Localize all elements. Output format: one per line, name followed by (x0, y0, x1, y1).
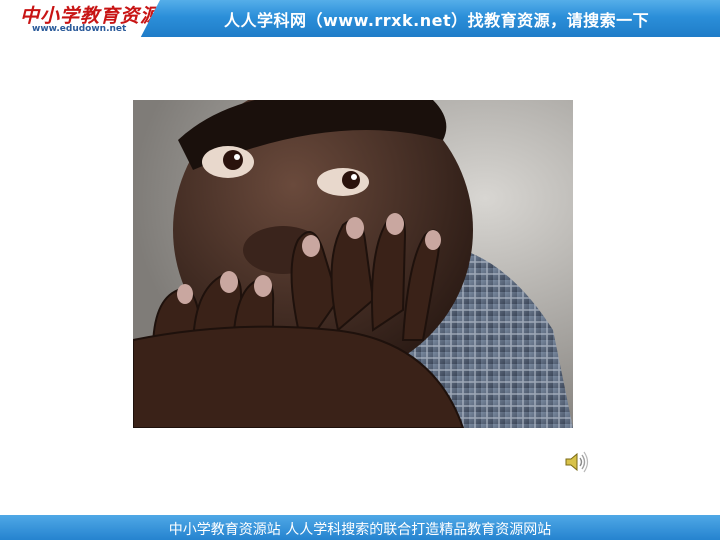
child-photo (133, 100, 573, 428)
logo-panel: 中小学教育资源 www.edudown.net (0, 0, 160, 37)
logo-url: www.edudown.net (32, 24, 127, 34)
header-slogan: 人人学科网（www.rrxk.net）找教育资源，请搜索一下 (224, 11, 650, 30)
photo-child-hands (133, 100, 573, 428)
footer-banner: 中小学教育资源站 人人学科搜索的联合打造精品教育资源网站 (0, 515, 720, 540)
speaker-icon[interactable] (563, 450, 589, 474)
footer-text: 中小学教育资源站 人人学科搜索的联合打造精品教育资源网站 (168, 522, 552, 538)
slide: 中小学教育资源 www.edudown.net 人人学科网（www.rrxk.n… (0, 0, 720, 540)
header-banner: 中小学教育资源 www.edudown.net 人人学科网（www.rrxk.n… (0, 0, 720, 37)
